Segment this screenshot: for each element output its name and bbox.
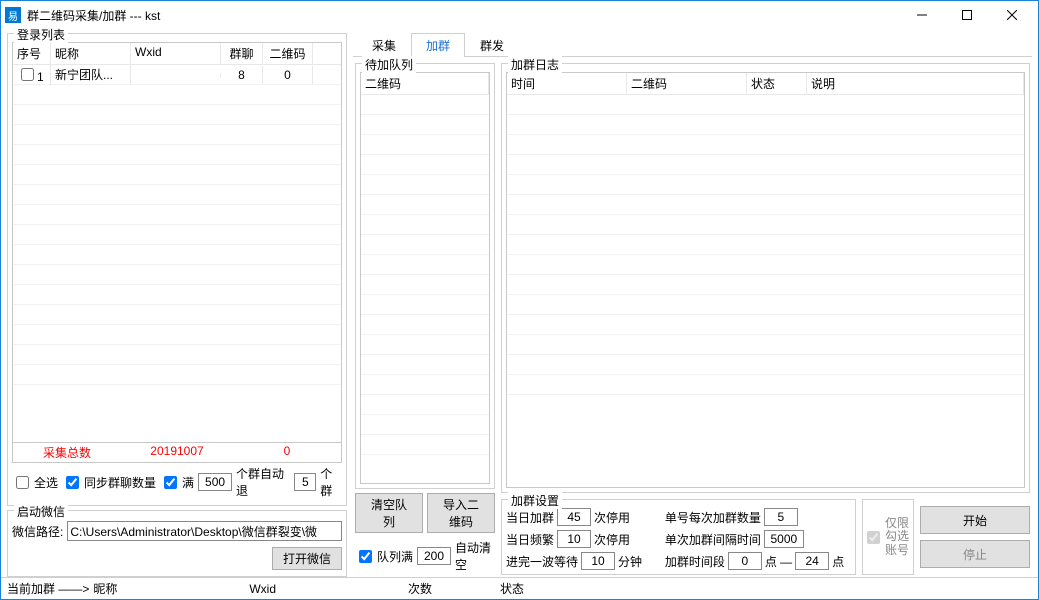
queue-title: 待加队列: [362, 56, 416, 73]
status-prefix: 当前加群 ——>: [7, 580, 89, 597]
only-checked-group: 仅限勾选账号: [862, 499, 914, 575]
tab-collect[interactable]: 采集: [357, 33, 411, 57]
row-checkbox[interactable]: [21, 68, 34, 81]
select-all-checkbox[interactable]: 全选: [12, 473, 58, 492]
cell-wxid: [131, 73, 221, 77]
import-qr-button[interactable]: 导入二维码: [427, 493, 495, 533]
cell-nick: 新宁团队...: [51, 65, 131, 85]
close-button[interactable]: [989, 1, 1034, 29]
wave-wait-input[interactable]: [581, 552, 615, 570]
wechat-path-label: 微信路径:: [12, 523, 63, 540]
auto-clear-checkbox[interactable]: 队列满: [355, 547, 413, 566]
start-wechat-group: 启动微信 微信路径: 打开微信: [7, 510, 347, 577]
tab-mass[interactable]: 群发: [465, 33, 519, 57]
log-col-qr[interactable]: 二维码: [627, 73, 747, 94]
interval-input[interactable]: [764, 530, 804, 548]
log-table[interactable]: 时间 二维码 状态 说明: [506, 72, 1025, 488]
col-nick[interactable]: 昵称: [51, 43, 131, 64]
app-icon: 易: [5, 7, 21, 23]
col-groupchat[interactable]: 群聊: [221, 43, 263, 64]
status-count-label: 次数: [408, 580, 432, 597]
auto-exit-checkbox[interactable]: 满: [160, 473, 194, 492]
period-from-input[interactable]: [728, 552, 762, 570]
queue-col-qr[interactable]: 二维码: [361, 73, 489, 94]
daily-freq-input[interactable]: [557, 530, 591, 548]
total-count: 0: [233, 443, 341, 462]
clear-queue-button[interactable]: 清空队列: [355, 493, 423, 533]
start-wechat-title: 启动微信: [14, 503, 68, 520]
total-date: 20191007: [123, 443, 231, 462]
login-table[interactable]: 序号 昵称 Wxid 群聊 二维码 1 新宁团队... 8: [12, 42, 342, 443]
exit-count-input[interactable]: [294, 473, 316, 491]
status-nick-label: 昵称: [93, 580, 117, 597]
join-settings-title: 加群设置: [508, 492, 562, 509]
tab-join[interactable]: 加群: [411, 33, 465, 57]
col-qrcode[interactable]: 二维码: [263, 43, 313, 64]
status-state-label: 状态: [500, 580, 524, 597]
only-checked-checkbox[interactable]: 仅限勾选账号: [863, 517, 913, 557]
col-seq[interactable]: 序号: [13, 43, 51, 64]
tab-bar: 采集 加群 群发: [353, 33, 1032, 57]
login-list-title: 登录列表: [14, 26, 68, 43]
auto-clear-threshold-input[interactable]: [417, 547, 451, 565]
login-list-group: 登录列表 序号 昵称 Wxid 群聊 二维码 1 新宁团队...: [7, 33, 347, 506]
period-to-input[interactable]: [795, 552, 829, 570]
full-threshold-input[interactable]: [198, 473, 232, 491]
log-col-time[interactable]: 时间: [507, 73, 627, 94]
log-col-status[interactable]: 状态: [747, 73, 807, 94]
open-wechat-button[interactable]: 打开微信: [272, 547, 342, 570]
minimize-button[interactable]: [899, 1, 944, 29]
join-log-title: 加群日志: [508, 56, 562, 73]
queue-group: 待加队列 二维码: [355, 63, 495, 489]
start-button[interactable]: 开始: [920, 506, 1030, 534]
daily-join-input[interactable]: [557, 508, 591, 526]
status-bar: 当前加群 ——> 昵称 Wxid 次数 状态: [1, 577, 1038, 599]
col-wxid[interactable]: Wxid: [131, 43, 221, 64]
total-label: 采集总数: [13, 443, 121, 462]
cell-gc: 8: [221, 66, 263, 84]
table-row[interactable]: 1 新宁团队... 8 0: [13, 65, 341, 85]
sync-groupchat-checkbox[interactable]: 同步群聊数量: [62, 473, 156, 492]
stop-button[interactable]: 停止: [920, 540, 1030, 568]
cell-qr: 0: [263, 66, 313, 84]
titlebar: 易 群二维码采集/加群 --- kst: [1, 1, 1038, 29]
queue-table[interactable]: 二维码: [360, 72, 490, 484]
wechat-path-input[interactable]: [67, 521, 342, 541]
join-log-group: 加群日志 时间 二维码 状态 说明: [501, 63, 1030, 493]
maximize-button[interactable]: [944, 1, 989, 29]
window-title: 群二维码采集/加群 --- kst: [27, 7, 899, 24]
join-settings-group: 加群设置 当日加群次停用 单号每次加群数量 当日频繁次停用 单次加群间隔时间 进…: [501, 499, 856, 575]
log-col-desc[interactable]: 说明: [807, 73, 1024, 94]
status-wxid-label: Wxid: [249, 582, 276, 596]
login-footer: 采集总数 20191007 0: [12, 443, 342, 463]
per-account-input[interactable]: [764, 508, 798, 526]
